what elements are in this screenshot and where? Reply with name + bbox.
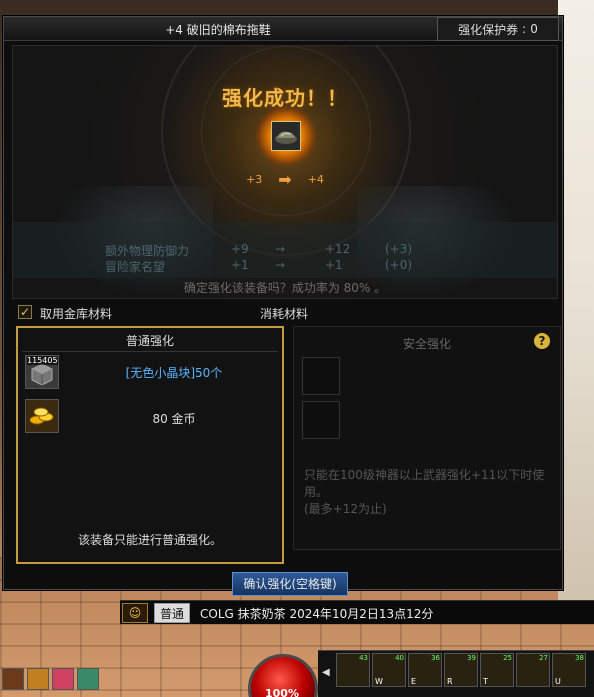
skill-level: 40 <box>395 654 404 662</box>
skill-level: 36 <box>431 654 440 662</box>
skill-level: 25 <box>503 654 512 662</box>
heart-icon[interactable] <box>52 668 74 690</box>
use-storage-checkbox[interactable]: ✓ <box>18 305 32 319</box>
right-arrow-icon: ➡ <box>278 170 292 189</box>
stat-arrow-icon: → <box>275 242 286 256</box>
skill-slot[interactable]: 40 W <box>372 653 406 687</box>
enhanced-item-slot[interactable] <box>271 121 301 151</box>
crystal-material-slot[interactable]: 115405 <box>25 355 59 389</box>
protect-ticket-count: 0 <box>530 22 538 36</box>
quick-menu <box>2 668 99 690</box>
gold-coins-icon <box>26 400 58 432</box>
stat-delta: (+3) <box>385 242 413 256</box>
enhance-dialog: +4 破旧的棉布拖鞋 强化保护券 : 0 强化成功！！ +3 ➡ +4 额外物理… <box>3 16 563 596</box>
skill-level: 27 <box>539 654 548 662</box>
stat-before: +9 <box>231 242 249 256</box>
skill-key: W <box>375 677 383 686</box>
divider <box>22 351 278 352</box>
chat-bar: ☺ 普通 COLG 抹茶奶茶 2024年10月2日13点12分 <box>120 600 594 624</box>
skill-slot[interactable]: 38 U <box>552 653 586 687</box>
safe-enhance-title: 安全强化 <box>402 337 451 351</box>
skill-slot[interactable]: 25 T <box>480 653 514 687</box>
gold-material-slot[interactable] <box>25 399 59 433</box>
stat-row: 冒险家名望 +1 → +1 (+0) <box>105 258 412 275</box>
safe-material-slot[interactable] <box>302 357 340 395</box>
bottom-hud: 100% ◀ 43 40 W 36 E 39 R 25 T 27 38 U <box>0 650 594 697</box>
confirm-enhance-button[interactable]: 确认强化(空格键) <box>232 572 348 596</box>
gold-cost-label: 80 金币 <box>152 412 196 426</box>
skill-slot[interactable]: 27 <box>516 653 550 687</box>
normal-enhance-note: 该装备只能进行普通强化。 <box>77 533 222 547</box>
stat-before: +1 <box>231 258 249 272</box>
stat-name: 额外物理防御力 <box>105 244 190 258</box>
use-storage-label[interactable]: 取用金库材料 <box>40 305 112 322</box>
protect-ticket-label: 强化保护券 <box>458 22 519 37</box>
skill-level: 38 <box>575 654 584 662</box>
crystal-stock-count: 115405 <box>27 356 58 365</box>
consume-materials-label: 消耗材料 <box>260 307 309 321</box>
stat-delta: (+0) <box>385 258 413 272</box>
safe-enhance-note: 只能在100级神器以上武器强化+11以下时使用。 (最多+12为止) <box>304 468 545 516</box>
skill-level: 43 <box>359 654 368 662</box>
stat-after: +12 <box>325 242 351 256</box>
skill-level: 39 <box>467 654 476 662</box>
crystal-material-label: [无色小晶块]50个 <box>125 366 223 380</box>
chat-input[interactable]: COLG 抹茶奶茶 2024年10月2日13点12分 <box>200 605 433 622</box>
stat-arrow-icon: → <box>275 258 286 272</box>
skill-slot[interactable]: 36 E <box>408 653 442 687</box>
chat-mode-button[interactable]: 普通 <box>154 603 190 623</box>
normal-enhance-title: 普通强化 <box>125 334 174 348</box>
help-icon[interactable]: ? <box>534 333 550 349</box>
dialog-title-bar[interactable]: +4 破旧的棉布拖鞋 强化保护券 : 0 <box>4 17 562 41</box>
quick-slot[interactable] <box>2 668 24 690</box>
skill-key: U <box>555 677 561 686</box>
enhance-result-panel: 强化成功！！ +3 ➡ +4 额外物理防御力 +9 → +12 (+3) 冒险家… <box>12 45 558 299</box>
skillbar-prev-icon[interactable]: ◀ <box>322 653 334 693</box>
emoji-icon[interactable]: ☺ <box>122 603 148 623</box>
stat-name: 冒险家名望 <box>105 260 166 274</box>
normal-enhance-panel[interactable]: 普通强化 115405 [无色小晶块]50个 80 金币 该装备只能进行普通强化… <box>16 326 284 564</box>
safe-material-slot[interactable] <box>302 401 340 439</box>
skill-slot[interactable]: 39 R <box>444 653 478 687</box>
enhance-level-change: +3 ➡ +4 <box>13 170 557 189</box>
hp-percent: 100% <box>265 687 299 697</box>
confirm-question: 确定强化该装备吗？成功率为 80% 。 <box>183 281 387 295</box>
level-from: +3 <box>246 173 263 186</box>
level-to: +4 <box>307 173 324 186</box>
background-right-wall <box>558 0 594 600</box>
protect-ticket-sep: : <box>522 22 527 36</box>
skill-key: T <box>483 677 488 686</box>
quick-slot[interactable] <box>77 668 99 690</box>
dialog-title: +4 破旧的棉布拖鞋 <box>165 23 271 37</box>
stat-row: 额外物理防御力 +9 → +12 (+3) <box>105 242 412 259</box>
protect-ticket-counter: 强化保护券 : 0 <box>437 17 559 41</box>
stat-after: +1 <box>325 258 343 272</box>
materials-header: ✓ 取用金库材料 消耗材料 <box>18 302 558 322</box>
slipper-icon <box>272 122 300 150</box>
skill-key: R <box>447 677 453 686</box>
skill-key: E <box>411 677 417 686</box>
quick-slot[interactable] <box>27 668 49 690</box>
skill-slot[interactable]: 43 <box>336 653 370 687</box>
safe-enhance-panel[interactable]: 安全强化 ? 只能在100级神器以上武器强化+11以下时使用。 (最多+12为止… <box>293 326 561 550</box>
skill-bar: ◀ 43 40 W 36 E 39 R 25 T 27 38 U <box>318 650 594 697</box>
